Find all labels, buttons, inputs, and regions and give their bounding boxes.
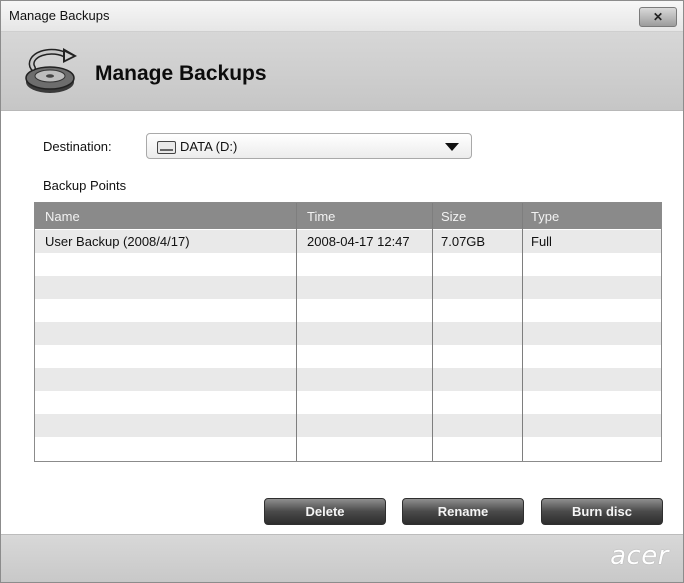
close-button[interactable]: ✕ (639, 7, 677, 27)
chevron-down-icon (445, 143, 459, 151)
column-header-type[interactable]: Type (531, 209, 559, 224)
table-row[interactable]: User Backup (2008/4/17) 2008-04-17 12:47… (35, 230, 661, 253)
close-icon: ✕ (652, 10, 664, 24)
empty-row (35, 368, 661, 391)
empty-row (35, 322, 661, 345)
column-header-time[interactable]: Time (307, 209, 335, 224)
empty-row (35, 414, 661, 437)
backup-time: 2008-04-17 12:47 (307, 234, 410, 249)
table-body: User Backup (2008/4/17) 2008-04-17 12:47… (35, 230, 661, 460)
column-divider (296, 203, 297, 461)
page-title: Manage Backups (95, 62, 267, 85)
backup-size: 7.07GB (441, 234, 486, 249)
backup-disk-icon (25, 48, 77, 93)
empty-row (35, 391, 661, 414)
backup-points-table[interactable]: Name Time Size Type User Backup (2008/4/… (34, 202, 662, 462)
column-divider (522, 203, 523, 461)
burn-disc-button[interactable]: Burn disc (541, 498, 663, 525)
window-title: Manage Backups (9, 8, 110, 23)
drive-icon (157, 141, 176, 154)
column-divider (432, 203, 433, 461)
footer-bar: acer (1, 534, 683, 582)
header-banner: Manage Backups (1, 32, 683, 111)
empty-row (35, 345, 661, 368)
manage-backups-window: Manage Backups ✕ Manage Backups Destinat… (0, 0, 684, 583)
title-bar: Manage Backups ✕ (1, 1, 683, 32)
column-header-name[interactable]: Name (45, 209, 80, 224)
delete-button[interactable]: Delete (264, 498, 386, 525)
empty-row (35, 299, 661, 322)
destination-value: DATA (D:) (180, 139, 238, 154)
backup-type: Full (531, 234, 552, 249)
empty-row (35, 253, 661, 276)
acer-logo: acer (610, 541, 669, 571)
destination-select[interactable]: DATA (D:) (146, 133, 472, 159)
table-header: Name Time Size Type (35, 203, 661, 229)
backup-points-label: Backup Points (43, 178, 127, 193)
backup-name: User Backup (2008/4/17) (45, 234, 190, 249)
rename-button[interactable]: Rename (402, 498, 524, 525)
column-header-size[interactable]: Size (441, 209, 466, 224)
empty-row (35, 437, 661, 460)
destination-label: Destination: (43, 139, 112, 154)
empty-row (35, 276, 661, 299)
main-content: Destination: DATA (D:) Backup Points Nam… (1, 111, 683, 534)
